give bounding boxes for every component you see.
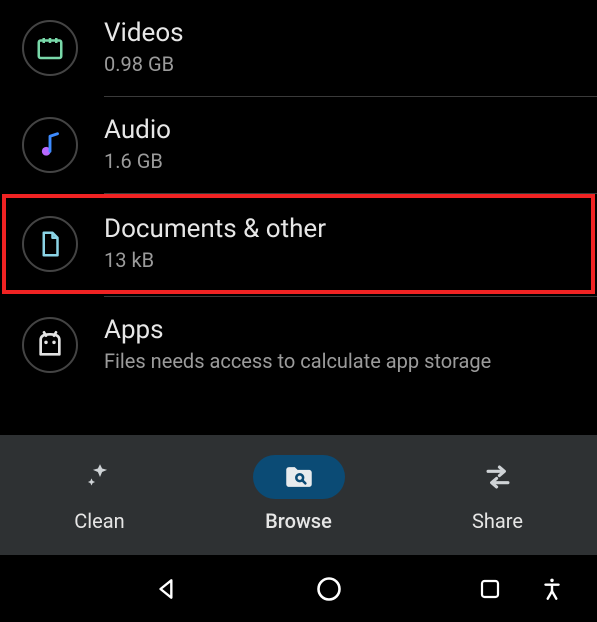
category-title: Documents & other bbox=[104, 214, 573, 245]
bottom-nav-label: Clean bbox=[74, 509, 124, 533]
browse-icon bbox=[253, 455, 345, 499]
category-size: 13 kB bbox=[104, 247, 573, 274]
share-icon bbox=[452, 455, 544, 499]
videos-icon bbox=[22, 20, 78, 76]
category-size: 1.6 GB bbox=[104, 148, 577, 175]
category-text: Videos 0.98 GB bbox=[104, 18, 577, 78]
clean-icon bbox=[54, 455, 146, 499]
category-size: 0.98 GB bbox=[104, 51, 577, 78]
nav-back-button[interactable] bbox=[150, 572, 184, 606]
bottom-nav-browse[interactable]: Browse bbox=[199, 455, 398, 533]
divider bbox=[104, 193, 597, 194]
documents-icon bbox=[22, 216, 78, 272]
category-text: Apps Files needs access to calculate app… bbox=[104, 315, 577, 375]
nav-accessibility-button[interactable] bbox=[535, 572, 569, 606]
nav-home-button[interactable] bbox=[312, 572, 346, 606]
category-title: Audio bbox=[104, 115, 577, 146]
android-nav-bar bbox=[0, 555, 597, 622]
bottom-nav-label: Browse bbox=[265, 509, 332, 533]
category-title: Videos bbox=[104, 18, 577, 49]
bottom-nav-share[interactable]: Share bbox=[398, 455, 597, 533]
nav-recent-button[interactable] bbox=[473, 572, 507, 606]
apps-icon bbox=[22, 317, 78, 373]
category-row-documents[interactable]: Documents & other 13 kB bbox=[4, 196, 593, 292]
category-list: Videos 0.98 GB Audio 1.6 GB Documents & … bbox=[0, 0, 597, 393]
category-row-apps[interactable]: Apps Files needs access to calculate app… bbox=[0, 297, 597, 393]
category-text: Documents & other 13 kB bbox=[104, 214, 573, 274]
category-title: Apps bbox=[104, 315, 577, 346]
category-row-videos[interactable]: Videos 0.98 GB bbox=[0, 0, 597, 96]
bottom-nav-bar: Clean Browse Share bbox=[0, 435, 597, 555]
audio-icon bbox=[22, 117, 78, 173]
category-text: Audio 1.6 GB bbox=[104, 115, 577, 175]
category-size: Files needs access to calculate app stor… bbox=[104, 348, 577, 375]
bottom-nav-clean[interactable]: Clean bbox=[0, 455, 199, 533]
bottom-nav-label: Share bbox=[472, 509, 523, 533]
category-row-audio[interactable]: Audio 1.6 GB bbox=[0, 97, 597, 193]
